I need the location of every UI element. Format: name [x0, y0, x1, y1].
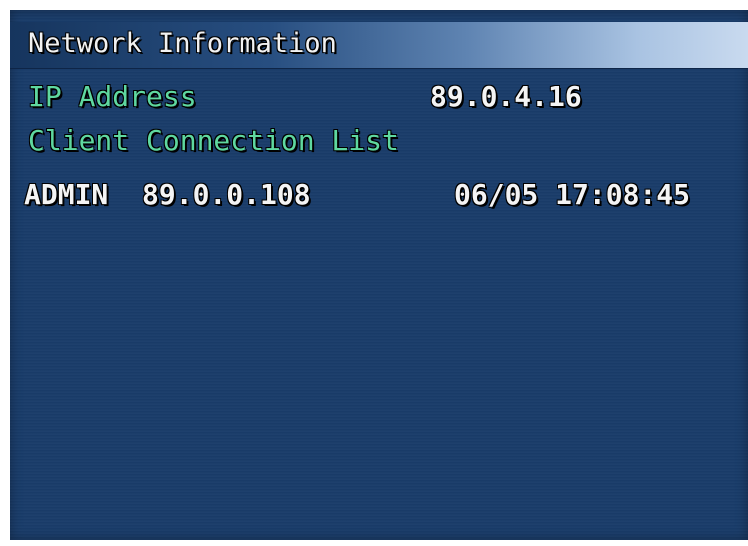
client-user: ADMIN — [24, 178, 109, 211]
ip-address-value: 89.0.4.16 — [430, 80, 582, 113]
client-ip: 89.0.0.108 — [142, 178, 311, 211]
client-list-heading: Client Connection List — [28, 124, 399, 157]
client-timestamp: 06/05 17:08:45 — [454, 178, 691, 211]
title-bar: Network Information — [10, 22, 748, 69]
page-title: Network Information — [28, 28, 337, 59]
osd-screen: Network Information IP Address 89.0.4.16… — [10, 10, 748, 540]
ip-address-label: IP Address — [28, 80, 197, 113]
